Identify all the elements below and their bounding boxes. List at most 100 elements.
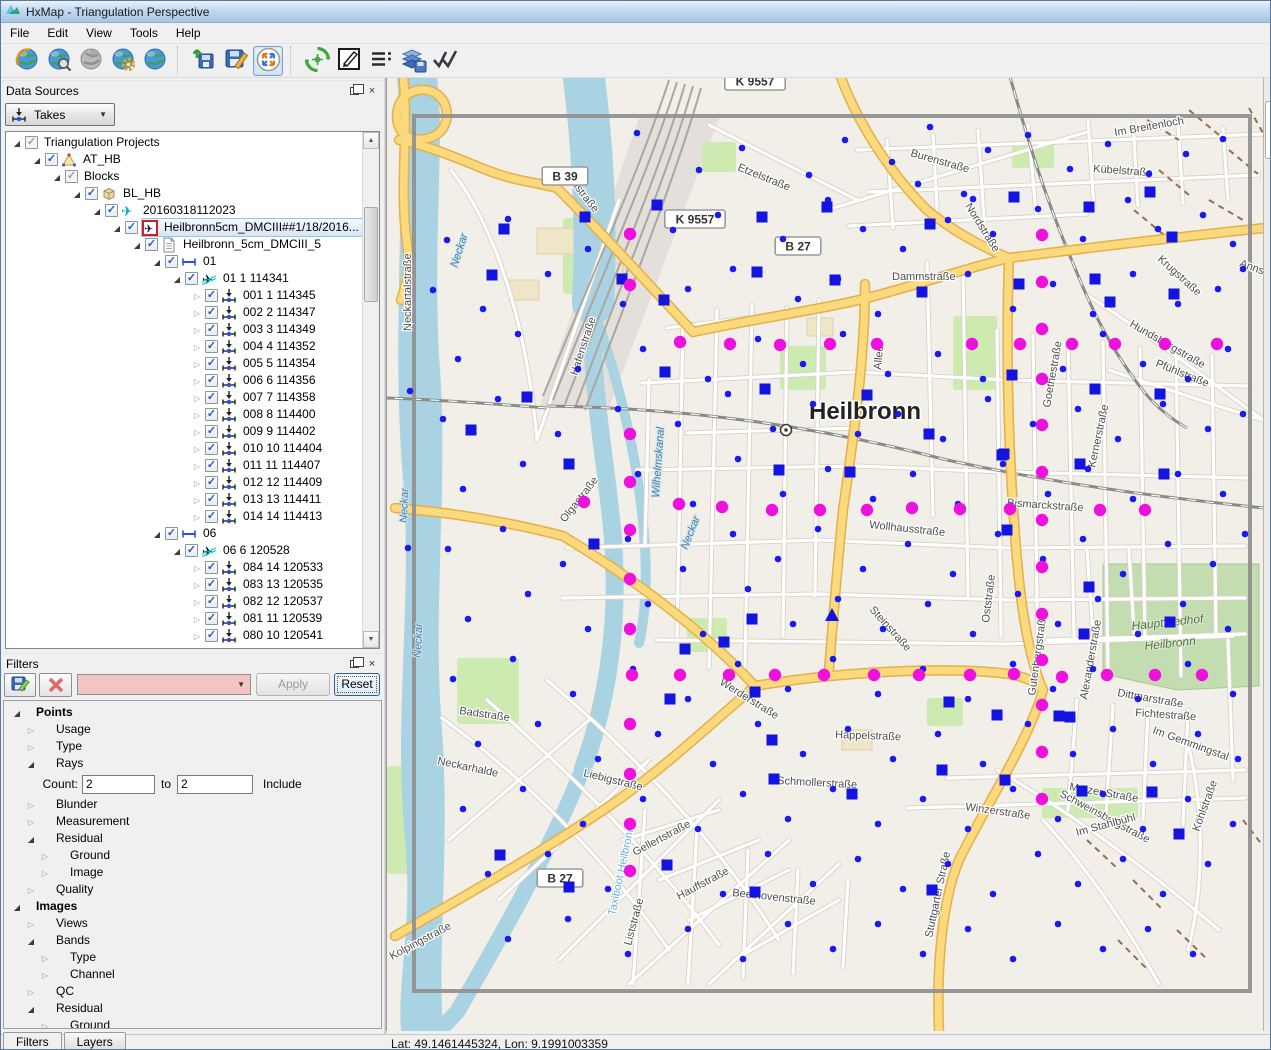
image-center-square[interactable] — [1167, 232, 1178, 243]
tie-point-dot[interactable] — [1000, 461, 1007, 468]
scroll-up-icon[interactable]: ▲ — [363, 132, 379, 149]
close-panel-icon[interactable]: × — [365, 84, 379, 98]
control-point[interactable] — [1036, 514, 1048, 526]
image-center-square[interactable] — [1147, 787, 1158, 798]
tie-point-dot[interactable] — [1175, 471, 1182, 478]
tie-point-dot[interactable] — [735, 456, 742, 463]
tie-point-dot[interactable] — [1035, 851, 1042, 858]
control-point[interactable] — [1036, 276, 1048, 288]
tie-point-dot[interactable] — [1145, 926, 1152, 933]
expand-closed-icon[interactable]: ▷ — [40, 966, 50, 984]
tie-point-dot[interactable] — [1140, 826, 1147, 833]
image-center-square[interactable] — [660, 367, 671, 378]
tie-point-dot[interactable] — [505, 936, 512, 943]
tree-row[interactable]: ▷✓012 12 114409 — [6, 474, 362, 491]
control-point[interactable] — [861, 504, 873, 516]
tree-row[interactable]: ▷✓006 6 114356 — [6, 372, 362, 389]
tie-point-dot[interactable] — [1010, 786, 1017, 793]
control-point[interactable] — [1139, 504, 1151, 516]
expand-closed-icon[interactable]: ▷ — [26, 721, 36, 739]
locate-button[interactable] — [302, 46, 332, 76]
tie-point-dot[interactable] — [565, 916, 572, 923]
tie-point-dot[interactable] — [1010, 661, 1017, 668]
tree-row[interactable]: ▷✓011 11 114407 — [6, 457, 362, 474]
control-point[interactable] — [624, 623, 636, 635]
tie-point-dot[interactable] — [1210, 561, 1217, 568]
checkbox-checked[interactable]: ✓ — [205, 442, 218, 455]
expand-open-icon[interactable]: ◢ — [12, 898, 22, 916]
menu-item-edit[interactable]: Edit — [38, 24, 77, 42]
title-bar[interactable]: HxMap - Triangulation Perspective — [1, 1, 1271, 23]
tie-point-dot[interactable] — [1090, 311, 1097, 318]
tie-point-dot[interactable] — [525, 591, 532, 598]
tree-row[interactable]: ◢✓Heilbronn_5cm_DMCIII_5 — [6, 236, 362, 253]
map-view[interactable]: NeckartalstraßeHafenstraßeKalstraßeEtzel… — [386, 78, 1263, 1031]
tie-point-dot[interactable] — [1155, 226, 1162, 233]
control-point[interactable] — [1196, 669, 1208, 681]
expand-open-icon[interactable]: ◢ — [32, 151, 42, 169]
tie-point-dot[interactable] — [1205, 426, 1212, 433]
tie-point-dot[interactable] — [450, 676, 457, 683]
tie-point-dot[interactable] — [1230, 241, 1237, 248]
filter-tree-row[interactable]: ▷Ground — [4, 847, 381, 864]
image-center-square[interactable] — [1169, 289, 1180, 300]
tie-point-dot[interactable] — [1115, 436, 1122, 443]
tie-point-dot[interactable] — [685, 926, 692, 933]
tie-point-dot[interactable] — [910, 471, 917, 478]
control-point[interactable] — [871, 338, 883, 350]
tie-point-dot[interactable] — [935, 351, 942, 358]
control-point[interactable] — [954, 503, 966, 515]
tie-point-dot[interactable] — [1100, 946, 1107, 953]
image-center-square[interactable] — [564, 459, 575, 470]
tie-point-dot[interactable] — [680, 566, 687, 573]
control-point[interactable] — [624, 818, 636, 830]
checkbox-checked[interactable]: ✓ — [185, 544, 198, 557]
tie-point-dot[interactable] — [690, 501, 697, 508]
checkbox-checked[interactable]: ✓ — [25, 136, 38, 149]
image-center-square[interactable] — [495, 850, 506, 861]
tree-row[interactable]: ▷✓007 7 114358 — [6, 389, 362, 406]
tie-point-dot[interactable] — [635, 471, 642, 478]
filter-tree-row[interactable]: ▷Blunder — [4, 796, 381, 813]
tie-point-dot[interactable] — [1080, 236, 1087, 243]
expand-closed-icon[interactable]: ▷ — [192, 355, 202, 373]
expand-closed-icon[interactable]: ▷ — [192, 627, 202, 645]
tie-point-dot[interactable] — [940, 436, 947, 443]
tie-point-dot[interactable] — [475, 741, 482, 748]
control-point[interactable] — [1066, 338, 1078, 350]
expand-closed-icon[interactable]: ▷ — [192, 338, 202, 356]
tie-point-dot[interactable] — [785, 921, 792, 928]
image-center-square[interactable] — [747, 614, 758, 625]
tie-point-dot[interactable] — [465, 616, 472, 623]
tie-point-dot[interactable] — [595, 756, 602, 763]
control-point[interactable] — [966, 338, 978, 350]
tree-row[interactable]: ▷✓004 4 114352 — [6, 338, 362, 355]
control-point[interactable] — [1149, 669, 1161, 681]
image-center-square[interactable] — [757, 212, 768, 223]
image-center-square[interactable] — [774, 465, 785, 476]
image-center-square[interactable] — [927, 885, 938, 896]
expand-open-icon[interactable]: ◢ — [26, 830, 36, 848]
image-center-square[interactable] — [659, 295, 670, 306]
control-point[interactable] — [1036, 699, 1048, 711]
expand-closed-icon[interactable]: ▷ — [192, 593, 202, 611]
image-center-square[interactable] — [564, 882, 575, 893]
image-center-square[interactable] — [665, 694, 676, 705]
tie-point-dot[interactable] — [785, 816, 792, 823]
expand-closed-icon[interactable]: ▷ — [26, 983, 36, 1001]
expand-open-icon[interactable]: ◢ — [26, 1000, 36, 1018]
tree-row[interactable]: ▷✓082 12 120537 — [6, 593, 362, 610]
image-center-square[interactable] — [1174, 829, 1185, 840]
tie-point-dot[interactable] — [885, 371, 892, 378]
checkbox-checked[interactable]: ✓ — [205, 306, 218, 319]
tree-row[interactable]: ▷✓001 1 114345 — [6, 287, 362, 304]
control-point[interactable] — [1036, 323, 1048, 335]
tie-point-dot[interactable] — [1070, 751, 1077, 758]
filter-preset-combobox[interactable]: ▼ — [77, 674, 251, 695]
tree-row[interactable]: ▷✓009 9 114402 — [6, 423, 362, 440]
image-center-square[interactable] — [1075, 459, 1086, 470]
tree-row[interactable]: ▷✓084 14 120533 — [6, 559, 362, 576]
tie-point-dot[interactable] — [835, 596, 842, 603]
delete-filter-button[interactable] — [39, 673, 72, 697]
tie-point-dot[interactable] — [1195, 731, 1202, 738]
